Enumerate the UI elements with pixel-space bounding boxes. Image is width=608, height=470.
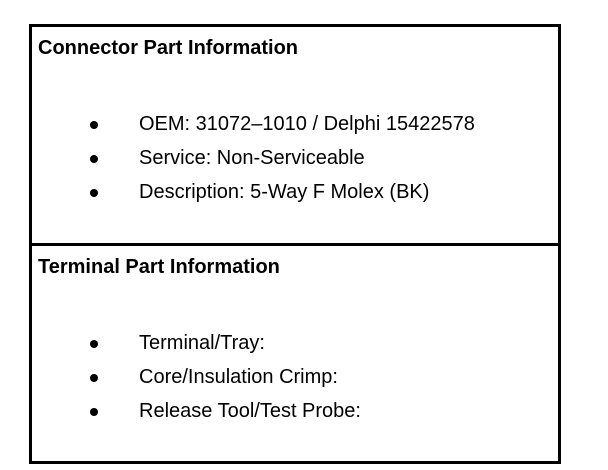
bullet-icon bbox=[90, 121, 98, 129]
connector-description-text: Description: 5-Way F Molex (BK) bbox=[139, 181, 430, 203]
bullet-icon bbox=[90, 155, 98, 163]
bullet-icon bbox=[90, 340, 98, 348]
connector-service-text: Service: Non-Serviceable bbox=[139, 147, 365, 169]
connector-section-title: Connector Part Information bbox=[38, 37, 299, 59]
bullet-icon bbox=[90, 374, 98, 382]
terminal-crimp-text: Core/Insulation Crimp: bbox=[139, 366, 338, 388]
bullet-icon bbox=[90, 408, 98, 416]
terminal-release-tool-text: Release Tool/Test Probe: bbox=[139, 400, 361, 422]
terminal-tray-text: Terminal/Tray: bbox=[139, 332, 265, 354]
bullet-icon bbox=[90, 189, 98, 197]
connector-section: Connector Part Information OEM: 31072–10… bbox=[32, 27, 558, 246]
terminal-section-title: Terminal Part Information bbox=[38, 256, 280, 278]
terminal-section: Terminal Part Information Terminal/Tray:… bbox=[32, 246, 558, 461]
part-info-table: Connector Part Information OEM: 31072–10… bbox=[29, 24, 561, 464]
connector-oem-text: OEM: 31072–1010 / Delphi 15422578 bbox=[139, 113, 475, 135]
